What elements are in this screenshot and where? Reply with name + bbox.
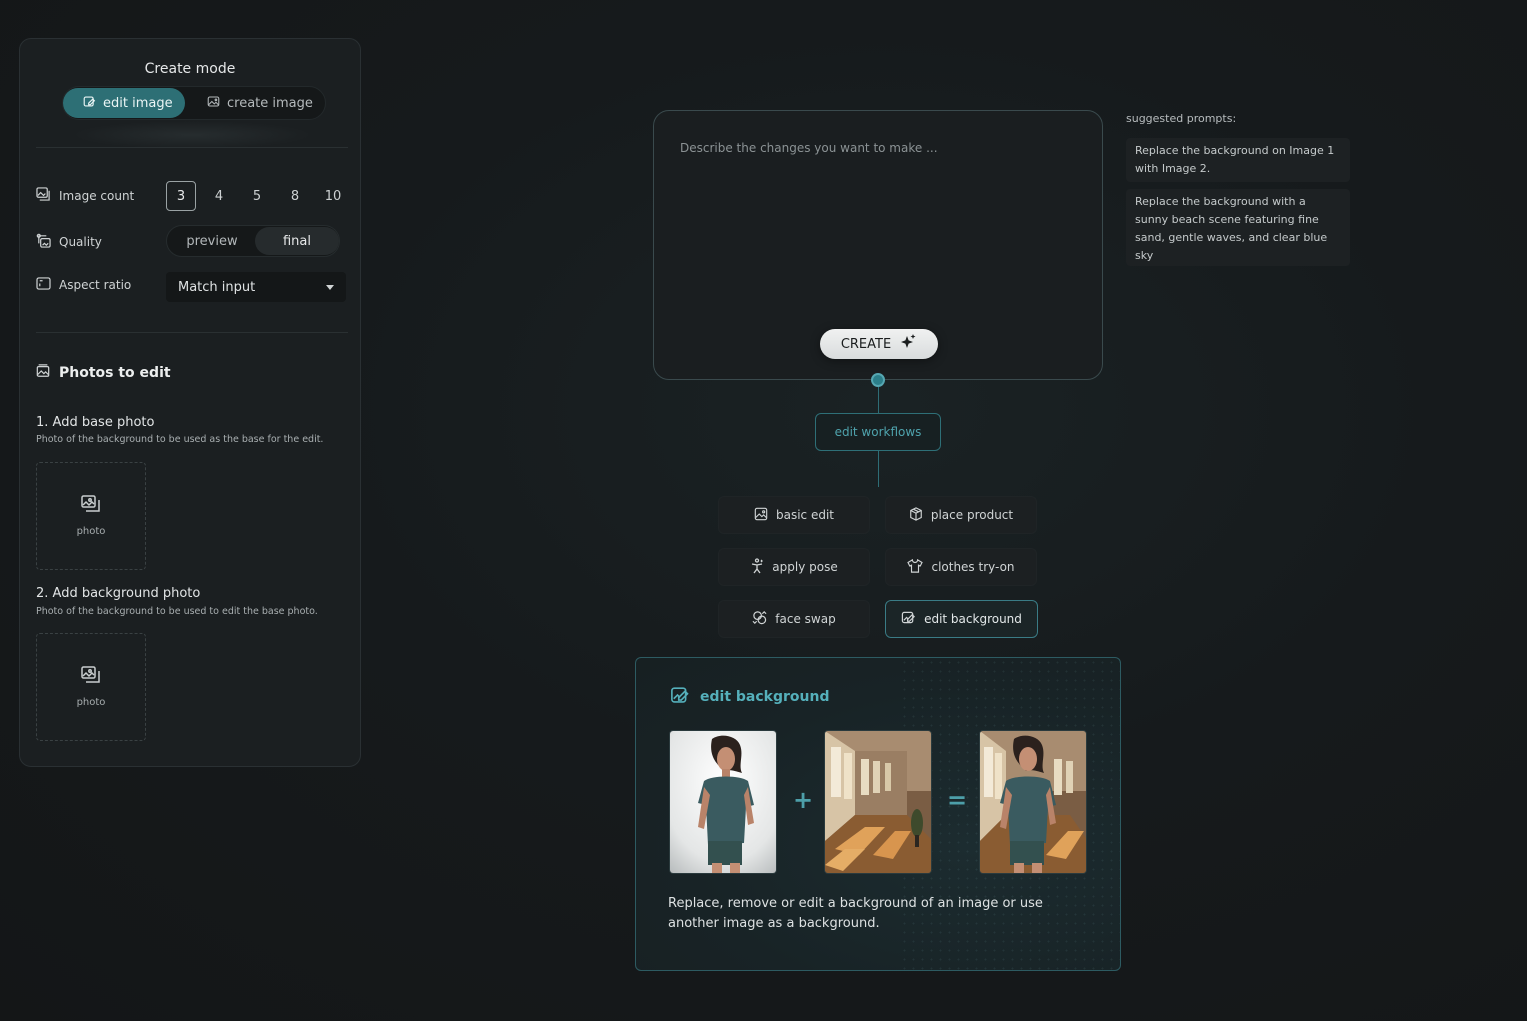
workflow-edit-background[interactable]: edit background [885,600,1038,638]
quality-toggle: preview final [166,225,340,257]
create-image-button[interactable]: create image [189,88,325,118]
create-button[interactable]: CREATE [820,329,938,359]
count-option-8[interactable]: 8 [280,181,310,211]
edit-image-icon [901,610,916,628]
aspect-ratio-row: Aspect ratio [36,277,131,293]
image-count-label: Image count [59,188,135,203]
quality-label: Quality [59,235,102,249]
result-photo-example [979,730,1087,874]
edit-image-icon [670,685,690,709]
image-count-options: 3 4 5 8 10 [166,181,348,211]
aspect-ratio-label: Aspect ratio [59,278,132,292]
step-1-subtitle: Photo of the background to be used as th… [36,434,324,445]
suggested-prompts-title: suggested prompts: [1126,112,1237,125]
workflow-label: edit background [924,612,1022,626]
image-icon [207,95,220,112]
chevron-down-icon [326,285,334,290]
quality-preview-button[interactable]: preview [169,227,255,255]
photos-icon [81,666,101,687]
dropzone-label: photo [76,526,106,537]
card-title-label: edit background [700,689,830,705]
workflow-apply-pose[interactable]: apply pose [718,548,870,586]
gallery-icon [36,364,50,382]
suggested-prompt[interactable]: Replace the background with a sunny beac… [1126,189,1350,266]
shirt-icon [907,558,924,576]
count-option-3[interactable]: 3 [166,181,196,211]
dropzone-label: photo [76,697,106,708]
workflow-label: place product [930,508,1014,522]
quality-icon [36,233,51,251]
connector-node [871,373,885,387]
background-photo-example [824,730,932,874]
quality-row: Quality [36,233,102,251]
edit-image-button[interactable]: edit image [63,88,185,118]
edit-image-label: edit image [103,95,173,111]
images-icon [36,187,51,204]
divider [36,332,348,333]
aspect-ratio-icon [36,277,51,293]
edit-workflows-label: edit workflows [815,413,941,451]
workflow-label: apply pose [772,560,838,574]
plus-sign: + [793,786,814,814]
box-icon [909,506,923,524]
divider [36,147,348,148]
sparkle-icon [899,333,917,355]
photos-icon [81,495,101,516]
count-option-10[interactable]: 10 [318,181,348,211]
connector-line [878,387,879,413]
base-photo-dropzone[interactable]: photo [36,462,146,570]
create-label: CREATE [840,336,892,352]
card-title: edit background [670,685,829,709]
panel-title: Create mode [144,61,236,77]
workflow-basic-edit[interactable]: basic edit [718,496,870,534]
image-icon [754,507,768,524]
workflow-info-card: edit background + = Replace, remove or e… [635,657,1121,971]
workflow-place-product[interactable]: place product [885,496,1037,534]
aspect-ratio-value: Match input [178,279,256,295]
prompt-box: CREATE [653,110,1103,380]
prompt-input[interactable] [680,141,1080,321]
toggle-shadow [72,121,312,149]
equals-sign: = [947,786,968,814]
aspect-ratio-select[interactable]: Match input [166,272,346,302]
settings-panel: Create mode edit image create image Imag… [19,38,361,767]
background-photo-dropzone[interactable]: photo [36,633,146,741]
step-1-title: 1. Add base photo [36,415,155,430]
image-count-row: Image count [36,187,134,204]
workflow-label: clothes try-on [931,560,1015,574]
workflow-label: basic edit [775,508,834,522]
workflow-face-swap[interactable]: face swap [718,600,870,638]
step-2-title: 2. Add background photo [36,586,201,601]
face-swap-icon [752,610,767,628]
workflow-clothes-try-on[interactable]: clothes try-on [885,548,1037,586]
suggested-prompt[interactable]: Replace the background on Image 1 with I… [1126,138,1350,182]
step-2-subtitle: Photo of the background to be used to ed… [36,606,318,617]
workflow-label: face swap [775,612,836,626]
mode-toggle: edit image create image [62,86,326,120]
count-option-4[interactable]: 4 [204,181,234,211]
quality-final-button[interactable]: final [255,227,339,255]
card-description: Replace, remove or edit a background of … [668,896,1043,931]
create-image-label: create image [227,95,313,111]
count-option-5[interactable]: 5 [242,181,272,211]
base-photo-example [669,730,777,874]
connector-line [878,451,879,487]
photos-section-title: Photos to edit [36,364,171,382]
edit-image-icon [83,95,96,112]
pose-icon [750,557,764,577]
photos-section-label: Photos to edit [59,365,171,381]
